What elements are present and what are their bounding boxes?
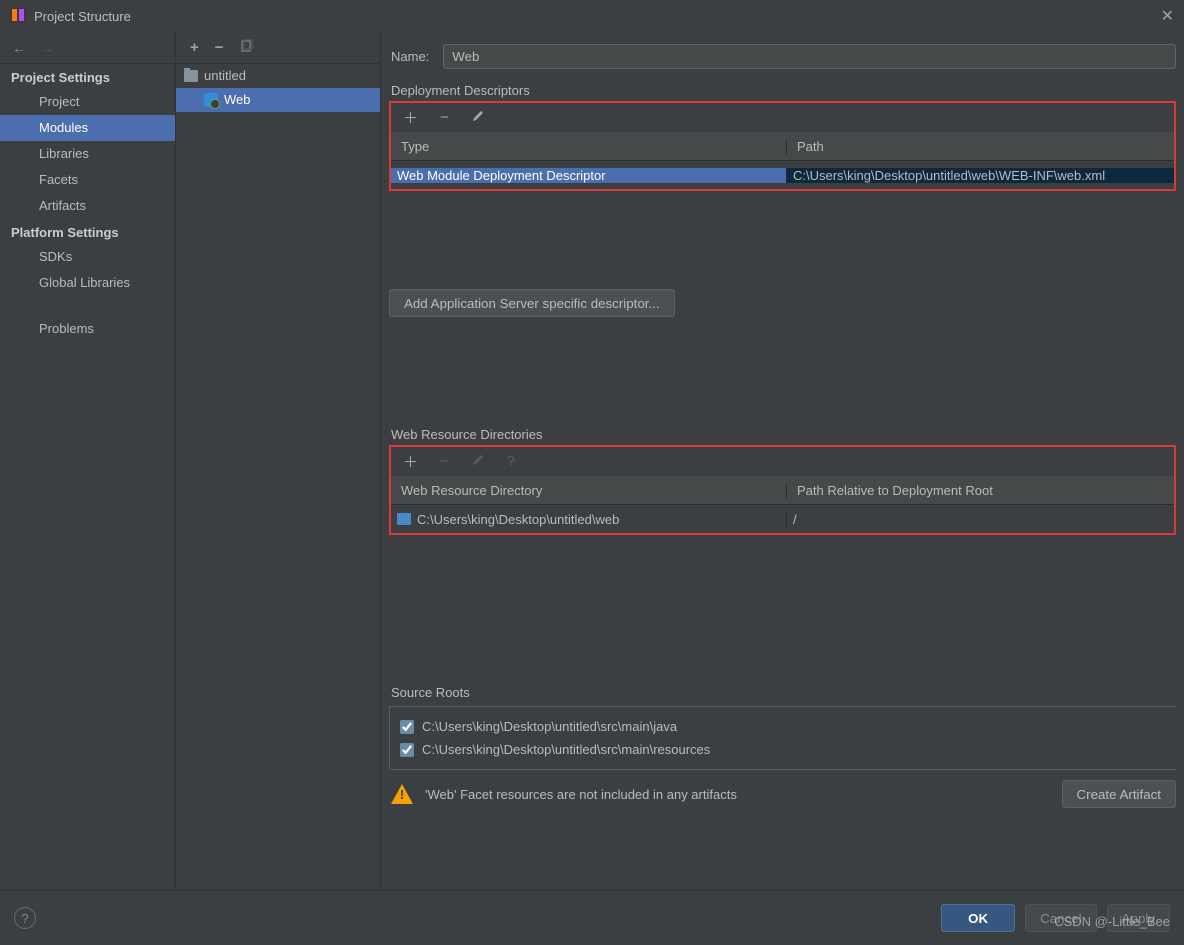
- apply-button[interactable]: Apply: [1107, 904, 1170, 932]
- folder-icon: [397, 513, 411, 525]
- remove-icon[interactable]: −: [215, 39, 224, 56]
- close-icon[interactable]: ✕: [1161, 6, 1174, 26]
- dd-row-path: C:\Users\king\Desktop\untitled\web\WEB-I…: [787, 168, 1174, 183]
- module-tree-panel: + − untitled Web: [176, 32, 381, 890]
- wrd-row-dir: C:\Users\king\Desktop\untitled\web: [417, 512, 619, 527]
- tree-child-label: Web: [224, 91, 251, 109]
- web-facet-icon: [204, 93, 218, 107]
- app-logo-icon: [10, 7, 26, 26]
- titlebar: Project Structure ✕: [0, 0, 1184, 32]
- tree-item-root[interactable]: untitled: [176, 64, 380, 88]
- wrd-remove-icon[interactable]: −: [440, 453, 449, 470]
- source-roots-box: C:\Users\king\Desktop\untitled\src\main\…: [389, 706, 1176, 770]
- wrd-col-rel[interactable]: Path Relative to Deployment Root: [787, 483, 1174, 498]
- wrd-row-rel: /: [787, 512, 1174, 527]
- source-roots-label: Source Roots: [389, 685, 1176, 700]
- forward-arrow-icon[interactable]: →: [40, 40, 54, 56]
- tree-toolbar: + −: [176, 32, 380, 64]
- dd-remove-icon[interactable]: −: [440, 109, 449, 126]
- nav-modules[interactable]: Modules: [0, 115, 175, 141]
- source-root-path-0: C:\Users\king\Desktop\untitled\src\main\…: [422, 719, 677, 734]
- dd-add-icon[interactable]: ＋: [403, 107, 418, 128]
- dd-col-type[interactable]: Type: [391, 139, 787, 154]
- wrd-help-icon[interactable]: ?: [507, 453, 515, 470]
- source-root-checkbox-0[interactable]: [400, 720, 414, 734]
- section-platform-settings: Platform Settings: [0, 219, 175, 244]
- nav-artifacts[interactable]: Artifacts: [0, 193, 175, 219]
- tree-item-web[interactable]: Web: [176, 88, 380, 112]
- window-title: Project Structure: [34, 9, 131, 24]
- content-panel: Name: Deployment Descriptors ＋ − Type Pa…: [381, 32, 1184, 890]
- back-arrow-icon[interactable]: ←: [12, 40, 26, 56]
- nav-sdks[interactable]: SDKs: [0, 244, 175, 270]
- nav-global-libraries[interactable]: Global Libraries: [0, 270, 175, 296]
- source-root-row[interactable]: C:\Users\king\Desktop\untitled\src\main\…: [400, 738, 1166, 761]
- warning-icon: [391, 784, 413, 804]
- sidebar: ← → Project Settings Project Modules Lib…: [0, 32, 176, 890]
- folder-icon: [184, 70, 198, 82]
- nav-facets[interactable]: Facets: [0, 167, 175, 193]
- cancel-button[interactable]: Cancel: [1025, 904, 1097, 932]
- sidebar-nav: ← →: [0, 32, 175, 64]
- add-server-descriptor-button[interactable]: Add Application Server specific descript…: [389, 289, 675, 317]
- wrd-edit-icon[interactable]: [471, 453, 485, 471]
- dd-row-type: Web Module Deployment Descriptor: [391, 168, 787, 183]
- nav-libraries[interactable]: Libraries: [0, 141, 175, 167]
- dd-edit-icon[interactable]: [471, 109, 485, 127]
- add-icon[interactable]: +: [190, 39, 199, 56]
- ok-button[interactable]: OK: [941, 904, 1015, 932]
- section-project-settings: Project Settings: [0, 64, 175, 89]
- name-input[interactable]: [443, 44, 1176, 69]
- dd-col-path[interactable]: Path: [787, 139, 1174, 154]
- nav-project[interactable]: Project: [0, 89, 175, 115]
- bottom-bar: ? OK Cancel Apply: [0, 890, 1184, 945]
- source-root-row[interactable]: C:\Users\king\Desktop\untitled\src\main\…: [400, 715, 1166, 738]
- dd-row[interactable]: Web Module Deployment Descriptor C:\User…: [391, 161, 1174, 189]
- copy-icon[interactable]: [240, 39, 254, 56]
- wrd-row[interactable]: C:\Users\king\Desktop\untitled\web /: [391, 505, 1174, 533]
- help-icon[interactable]: ?: [14, 907, 36, 929]
- wrd-col-dir[interactable]: Web Resource Directory: [391, 483, 787, 498]
- tree-root-label: untitled: [204, 67, 246, 85]
- deployment-descriptors-box: ＋ − Type Path Web Module Deployment Desc…: [389, 101, 1176, 191]
- source-root-path-1: C:\Users\king\Desktop\untitled\src\main\…: [422, 742, 710, 757]
- nav-problems[interactable]: Problems: [0, 316, 175, 342]
- source-root-checkbox-1[interactable]: [400, 743, 414, 757]
- create-artifact-button[interactable]: Create Artifact: [1062, 780, 1176, 808]
- web-resource-directories-box: ＋ − ? Web Resource Directory Path Relati…: [389, 445, 1176, 535]
- wrd-add-icon[interactable]: ＋: [403, 451, 418, 472]
- web-resource-directories-label: Web Resource Directories: [389, 427, 1176, 442]
- warning-text: 'Web' Facet resources are not included i…: [425, 787, 737, 802]
- deployment-descriptors-label: Deployment Descriptors: [389, 83, 1176, 98]
- name-label: Name:: [391, 49, 429, 64]
